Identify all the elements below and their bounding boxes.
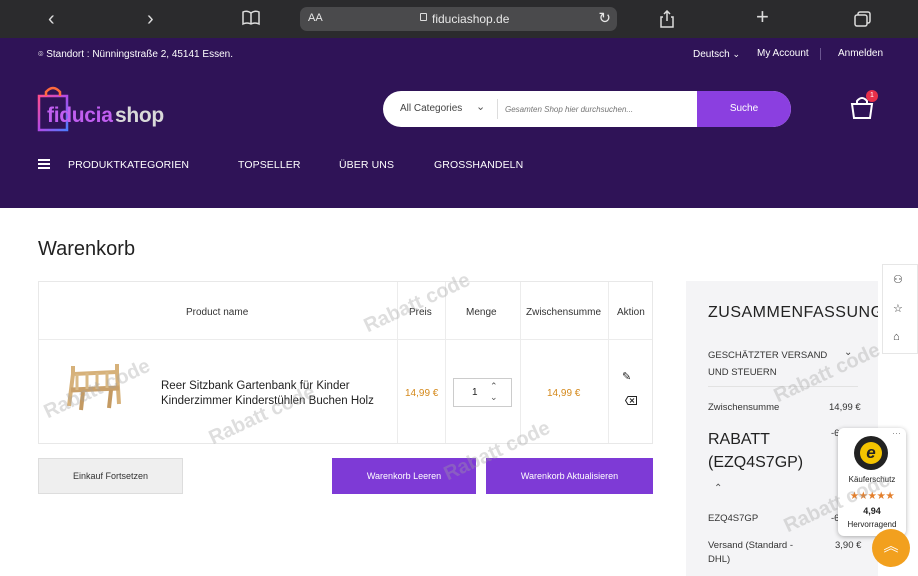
share-icon[interactable] <box>659 9 675 32</box>
user-icon[interactable]: ⚇ <box>893 273 903 286</box>
double-chevron-up-icon: ︽ <box>883 538 899 555</box>
hamburger-icon[interactable] <box>38 159 50 169</box>
text-size-button[interactable]: AA <box>308 12 323 24</box>
lock-icon <box>420 13 427 21</box>
main-navigation: PRODUKTKATEGORIEN TOPSELLER ÜBER UNS GRO… <box>0 158 918 174</box>
back-icon[interactable]: ‹ <box>48 9 55 29</box>
url-bar[interactable]: AA fiduciashop.de ↻ <box>300 7 617 31</box>
more-icon[interactable]: ··· <box>892 428 901 438</box>
edit-pencil-icon[interactable]: ✎ <box>622 370 631 383</box>
divider <box>445 282 446 443</box>
continue-shopping-button[interactable]: Einkauf Fortsetzen <box>38 458 183 494</box>
language-select[interactable]: Deutsch ⌄ <box>693 49 740 60</box>
chevron-down-icon: ⌄ <box>732 49 741 59</box>
logo-text-part2: shop <box>115 104 164 127</box>
row-subtotal: 14,99 € <box>547 388 581 399</box>
floating-side-toolbar: ⚇ ☆ ⌂ <box>882 264 918 354</box>
shipping-cost-value: 3,90 € <box>835 540 862 551</box>
inbox-icon[interactable]: ⌂ <box>893 331 900 343</box>
site-header: ⌾ Standort : Nünningstraße 2, 45141 Esse… <box>0 38 918 208</box>
subtotal-label: Zwischensumme <box>708 402 780 413</box>
language-label: Deutsch <box>693 49 730 60</box>
nav-item-topseller[interactable]: TOPSELLER <box>238 159 301 171</box>
search-button[interactable]: Suche <box>697 91 791 127</box>
quantity-stepper[interactable]: 1 ⌃ ⌄ <box>453 378 512 407</box>
location-pin-icon: ⌾ <box>38 49 44 59</box>
divider <box>39 339 652 340</box>
nav-item-about[interactable]: ÜBER UNS <box>339 159 394 171</box>
subtotal-value: 14,99 € <box>829 402 861 413</box>
forward-icon[interactable]: › <box>147 9 154 29</box>
divider <box>497 99 498 119</box>
chevron-down-icon: ⌄ <box>476 101 486 113</box>
quantity-value[interactable]: 1 <box>472 387 478 398</box>
divider <box>520 282 521 443</box>
delete-icon[interactable] <box>624 392 637 405</box>
chevron-up-icon[interactable]: ⌃ <box>714 483 722 494</box>
logo-text-part1: fiducia <box>47 104 113 127</box>
my-account-link[interactable]: My Account <box>757 48 809 59</box>
search-input[interactable] <box>505 91 695 127</box>
seal-letter: e <box>866 443 876 462</box>
coupon-code-label: EZQ4S7GP <box>708 513 759 524</box>
scroll-to-top-button[interactable]: ︽ <box>872 529 910 567</box>
product-price: 14,99 € <box>405 388 439 399</box>
header-qty: Menge <box>466 307 497 318</box>
shipping-cost-label: Versand (Standard - DHL) <box>708 540 794 565</box>
star-icon[interactable]: ☆ <box>893 302 903 315</box>
nav-item-categories[interactable]: PRODUKTKATEGORIEN <box>68 159 189 171</box>
summary-title: ZUSAMMENFASSUNG <box>708 304 878 321</box>
chevron-up-icon[interactable]: ⌃ <box>490 381 498 392</box>
header-action: Aktion <box>617 307 645 318</box>
header-subtotal: Zwischensumme <box>526 307 602 318</box>
nav-item-wholesale[interactable]: GROSSHANDELN <box>434 159 523 171</box>
search-bar: All Categories ⌄ Suche <box>383 91 791 127</box>
login-link[interactable]: Anmelden <box>838 48 883 59</box>
tabs-icon[interactable] <box>854 11 872 31</box>
trusted-seal-icon: e <box>853 435 889 471</box>
location-text: Standort : Nünningstraße 2, 45141 Essen. <box>46 49 233 60</box>
divider <box>820 48 821 60</box>
top-info-bar: ⌾ Standort : Nünningstraße 2, 45141 Esse… <box>0 38 918 70</box>
category-select[interactable]: All Categories <box>400 103 462 114</box>
update-cart-button[interactable]: Warenkorb Aktualisieren <box>486 458 653 494</box>
site-logo[interactable]: fiducia shop <box>37 86 167 134</box>
new-tab-icon[interactable]: + <box>756 6 769 28</box>
reload-icon[interactable]: ↻ <box>598 9 611 27</box>
header-product: Product name <box>186 307 249 318</box>
rating-verdict: Hervorragend <box>847 520 897 529</box>
page-title: Warenkorb <box>38 238 136 260</box>
cart-count-badge: 1 <box>866 90 878 102</box>
browser-toolbar: ‹ › AA fiduciashop.de ↻ + <box>0 0 918 38</box>
discount-label: RABATT (EZQ4S7GP) <box>708 431 804 471</box>
divider <box>608 282 609 443</box>
store-location: ⌾ Standort : Nünningstraße 2, 45141 Esse… <box>38 49 233 60</box>
chevron-down-icon[interactable]: ⌄ <box>490 392 498 403</box>
bookmarks-icon[interactable] <box>241 10 261 30</box>
url-host: fiduciashop.de <box>432 12 510 26</box>
